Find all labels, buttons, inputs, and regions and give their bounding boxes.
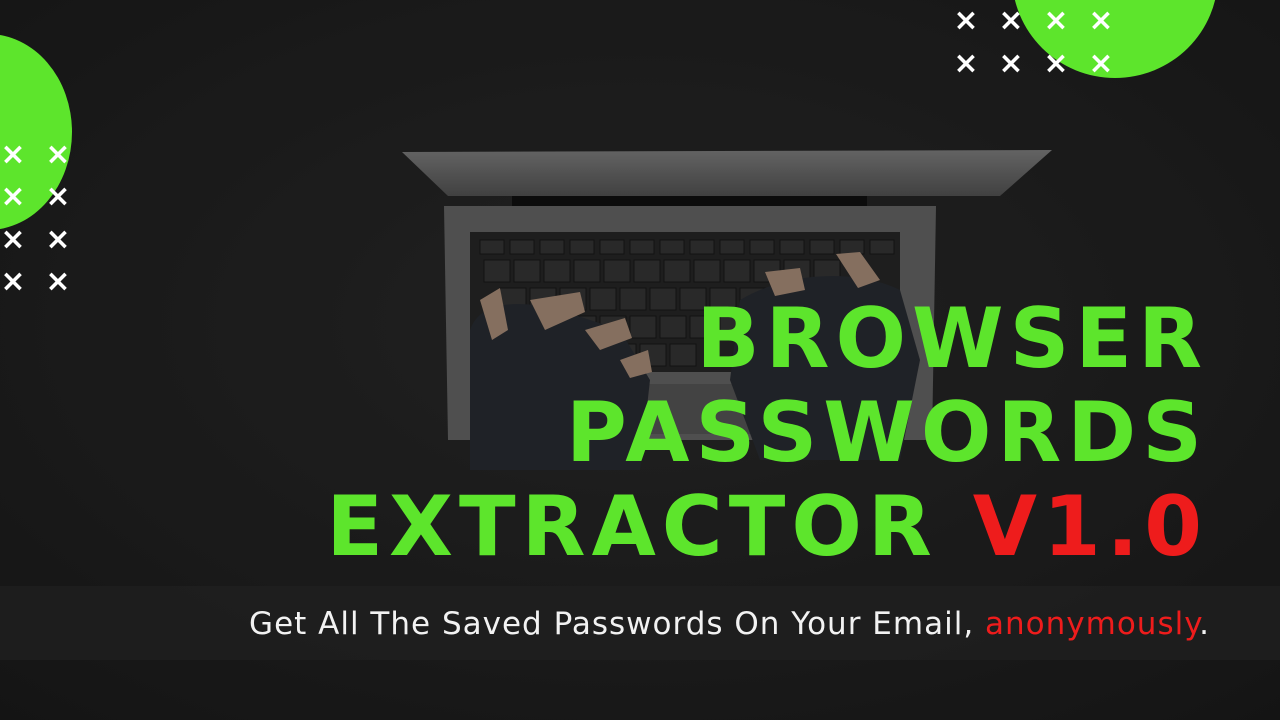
cross-mark-icon: × [0,137,26,172]
headline-title: BROWSER PASSWORDS EXTRACTOR V1.0 [326,292,1208,574]
cross-mark-icon: × [0,179,26,214]
cross-mark-icon: × [998,46,1024,81]
tagline-main: Get All The Saved Passwords On Your Emai… [249,606,975,642]
headline-line-passwords: PASSWORDS [566,384,1208,481]
cross-mark-icon: × [953,3,979,38]
cross-mark-icon: × [998,3,1024,38]
cross-mark-icon: × [0,264,26,299]
cross-mark-icon: × [45,179,71,214]
cross-mark-icon: × [1088,46,1114,81]
tagline-highlight: anonymously [985,606,1200,642]
cross-mark-icon: × [45,222,71,257]
version-label: V1.0 [972,478,1208,575]
cross-mark-icon: × [953,46,979,81]
tagline-text: Get All The Saved Passwords On Your Emai… [249,606,1210,642]
cross-mark-icon: × [1043,3,1069,38]
headline-line-extractor: EXTRACTOR [326,478,938,575]
headline-line-browser: BROWSER [696,290,1208,387]
cross-mark-icon: × [0,222,26,257]
cross-mark-icon: × [45,264,71,299]
tagline-period: . [1199,606,1210,642]
cross-mark-icon: × [1088,3,1114,38]
thumbnail-canvas: × × × × × × × × × × × × × × × × BROWSER … [0,0,1280,720]
cross-mark-icon: × [1043,46,1069,81]
cross-mark-icon: × [45,137,71,172]
